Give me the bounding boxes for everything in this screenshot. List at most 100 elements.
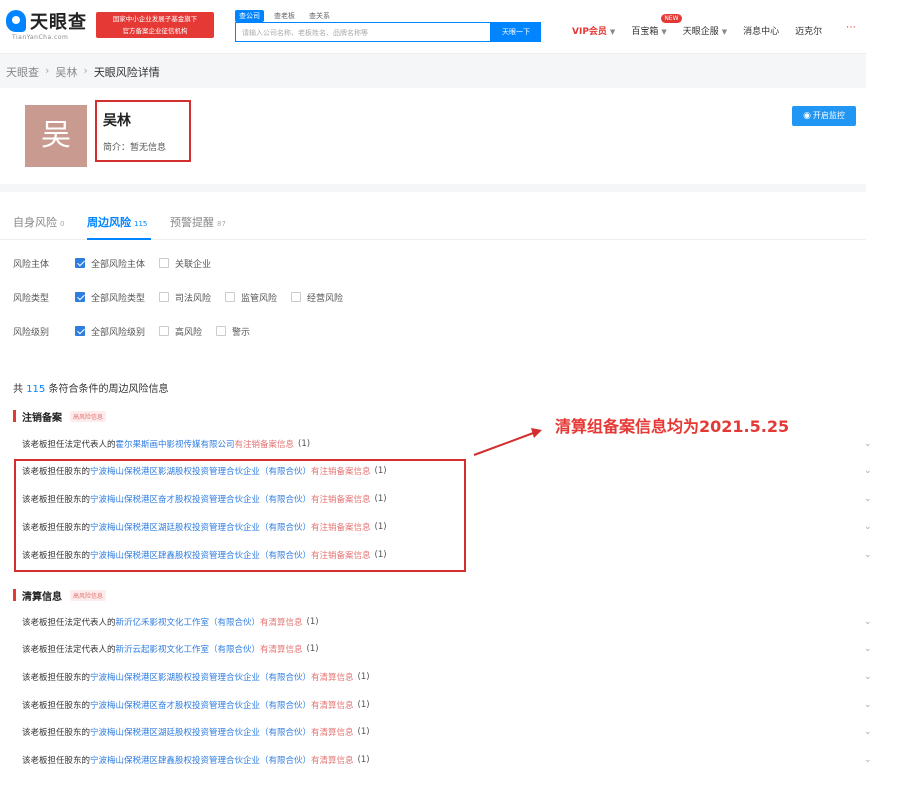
summary-count: 115	[26, 384, 46, 395]
nav-vip[interactable]: VIP会员 ▼	[572, 24, 615, 37]
rows-highlight-box	[14, 459, 466, 572]
section-marker	[13, 589, 16, 601]
person-intro: 简介：暂无信息	[103, 143, 167, 153]
site-logo[interactable]: 天眼查 TianYanCha.com	[6, 8, 92, 44]
checkbox-icon[interactable]	[159, 258, 170, 268]
checkbox-checked-icon[interactable]	[75, 292, 85, 302]
company-link[interactable]: 新沂亿禾影视文化工作室（有限合伙）	[116, 616, 261, 628]
risk-row[interactable]: 该老板担任股东的 宁波梅山保税港区奋才股权投资管理合伙企业（有限合伙） 有清算信息(…	[22, 697, 872, 713]
filter-option-label: 经营风险	[307, 293, 344, 304]
filter-label: 风险主体	[13, 259, 50, 270]
avatar: 吴	[25, 105, 87, 167]
promo-badge: 国家中小企业发展子基金旗下 官方备案企业征信机构	[96, 12, 214, 38]
risk-row[interactable]: 该老板担任股东的 宁波梅山保税港区湖廷股权投资管理合伙企业（有限合伙） 有清算信息(…	[22, 724, 872, 740]
tab-surrounding-risk[interactable]: 周边风险 115	[87, 214, 147, 230]
filter-option-label: 警示	[232, 327, 251, 338]
user-menu-icon[interactable]: ⋯	[846, 22, 856, 33]
company-link[interactable]: 宁波梅山保税港区奋才股权投资管理合伙企业（有限合伙）	[90, 699, 311, 711]
nav-toolbox[interactable]: 百宝箱 ▼ NEW	[631, 14, 682, 37]
checkbox-icon[interactable]	[159, 326, 170, 336]
nav-vip-label: VIP会员	[572, 27, 607, 37]
risk-count: (1)	[357, 755, 370, 765]
chevron-down-icon[interactable]: ⌄	[864, 466, 872, 476]
filter-row-subject: 风险主体 全部风险主体 关联企业	[13, 255, 225, 271]
risk-flag: 有注销备案信息	[234, 440, 295, 450]
nav-enterprise[interactable]: 天眼企服 ▼	[683, 24, 727, 37]
chevron-down-icon[interactable]: ⌄	[864, 439, 872, 449]
risk-row[interactable]: 该老板担任股东的 宁波梅山保税港区肆鑫股权投资管理合伙企业（有限合伙） 有清算信息(…	[22, 752, 872, 768]
risk-count: (1)	[357, 672, 370, 682]
risk-flag: 有清算信息	[260, 618, 303, 628]
filter-label: 风险级别	[13, 327, 50, 338]
chevron-down-icon[interactable]: ⌄	[864, 522, 872, 532]
chevron-down-icon: ▼	[661, 28, 667, 36]
checkbox-checked-icon[interactable]	[75, 258, 85, 268]
risk-count: (1)	[306, 644, 319, 654]
annotation-text: 清算组备案信息均为2021.5.25	[555, 417, 790, 436]
filter-option[interactable]: 监管风险	[225, 291, 277, 304]
filter-option[interactable]: 全部风险级别	[75, 325, 145, 338]
filter-label: 风险类型	[13, 293, 50, 304]
row-prefix: 该老板担任法定代表人的	[22, 618, 116, 628]
filter-option[interactable]: 全部风险类型	[75, 291, 145, 304]
company-link[interactable]: 宁波梅山保税港区肆鑫股权投资管理合伙企业（有限合伙）	[90, 754, 311, 766]
filter-option-label: 全部风险级别	[91, 327, 146, 338]
monitor-button[interactable]: ◉ 开启监控	[792, 106, 856, 126]
search-tab-boss[interactable]: 查老板	[270, 10, 299, 22]
filter-option[interactable]: 全部风险主体	[75, 257, 145, 270]
search-tab-relation[interactable]: 查关系	[305, 10, 334, 22]
chevron-down-icon[interactable]: ⌄	[864, 700, 872, 710]
filter-row-type: 风险类型 全部风险类型 司法风险 监管风险 经营风险	[13, 289, 357, 305]
company-link[interactable]: 宁波梅山保税港区影湖股权投资管理合伙企业（有限合伙）	[90, 671, 311, 683]
checkbox-checked-icon[interactable]	[75, 326, 85, 336]
chevron-down-icon[interactable]: ⌄	[864, 755, 872, 765]
chevron-down-icon[interactable]: ⌄	[864, 644, 872, 654]
search-tab-company[interactable]: 查公司	[235, 10, 264, 22]
row-prefix: 该老板担任股东的	[22, 673, 91, 683]
chevron-down-icon[interactable]: ⌄	[864, 727, 872, 737]
risk-flag: 有清算信息	[311, 756, 354, 766]
search-button[interactable]: 天眼一下	[491, 22, 541, 42]
person-name: 吴林	[103, 113, 131, 129]
filter-option[interactable]: 司法风险	[159, 291, 211, 304]
company-link[interactable]: 宁波梅山保税港区湖廷股权投资管理合伙企业（有限合伙）	[90, 726, 311, 738]
tab-self-risk[interactable]: 自身风险 0	[13, 214, 64, 230]
risk-row[interactable]: 该老板担任法定代表人的 霍尔果斯画中影视传媒有限公司 有注销备案信息 (1) ⌄	[22, 436, 872, 452]
breadcrumb-person[interactable]: 吴林	[55, 64, 77, 88]
chevron-down-icon[interactable]: ⌄	[864, 550, 872, 560]
chevron-down-icon[interactable]: ⌄	[864, 494, 872, 504]
filter-option[interactable]: 警示	[216, 325, 250, 338]
filter-option[interactable]: 高风险	[159, 325, 202, 338]
checkbox-icon[interactable]	[216, 326, 227, 336]
breadcrumb-separator-icon: ›	[45, 64, 50, 77]
filter-option[interactable]: 经营风险	[291, 291, 343, 304]
tab-warning[interactable]: 预警提醒 87	[170, 214, 226, 230]
breadcrumb-home[interactable]: 天眼查	[6, 64, 39, 88]
section-marker	[13, 410, 16, 422]
logo-subtext: TianYanCha.com	[12, 34, 69, 41]
checkbox-icon[interactable]	[225, 292, 236, 302]
chevron-down-icon[interactable]: ⌄	[864, 617, 872, 627]
filter-option-label: 全部风险主体	[91, 259, 146, 270]
company-link[interactable]: 霍尔果斯画中影视传媒有限公司	[116, 438, 235, 450]
risk-row[interactable]: 该老板担任法定代表人的 新沂亿禾影视文化工作室（有限合伙） 有清算信息 (1) ⌄	[22, 614, 872, 630]
checkbox-icon[interactable]	[291, 292, 302, 302]
risk-row[interactable]: 该老板担任股东的 宁波梅山保税港区影湖股权投资管理合伙企业（有限合伙） 有清算信息(…	[22, 669, 872, 685]
chevron-down-icon[interactable]: ⌄	[864, 672, 872, 682]
company-link[interactable]: 新沂云起影视文化工作室（有限合伙）	[116, 643, 261, 655]
eye-icon: ◉	[803, 111, 811, 121]
nav-user[interactable]: 迈克尔	[795, 24, 822, 37]
summary-prefix: 共	[13, 384, 23, 395]
search-input[interactable]: 请输入公司名称、老板姓名、品牌名称等	[235, 22, 491, 42]
risk-count: (1)	[298, 439, 311, 449]
promo-line-2: 官方备案企业征信机构	[122, 27, 188, 35]
filter-option[interactable]: 关联企业	[159, 257, 211, 270]
checkbox-icon[interactable]	[159, 292, 170, 302]
nav-toolbox-label: 百宝箱	[631, 27, 659, 37]
name-highlight-box: 吴林 简介：暂无信息	[95, 100, 191, 162]
risk-flag: 有清算信息	[311, 701, 354, 711]
chevron-down-icon: ▼	[721, 28, 728, 36]
risk-row[interactable]: 该老板担任法定代表人的 新沂云起影视文化工作室（有限合伙） 有清算信息 (1) ⌄	[22, 641, 872, 657]
result-summary: 共 115 条符合条件的周边风险信息	[13, 380, 168, 395]
nav-messages[interactable]: 消息中心	[743, 24, 779, 37]
